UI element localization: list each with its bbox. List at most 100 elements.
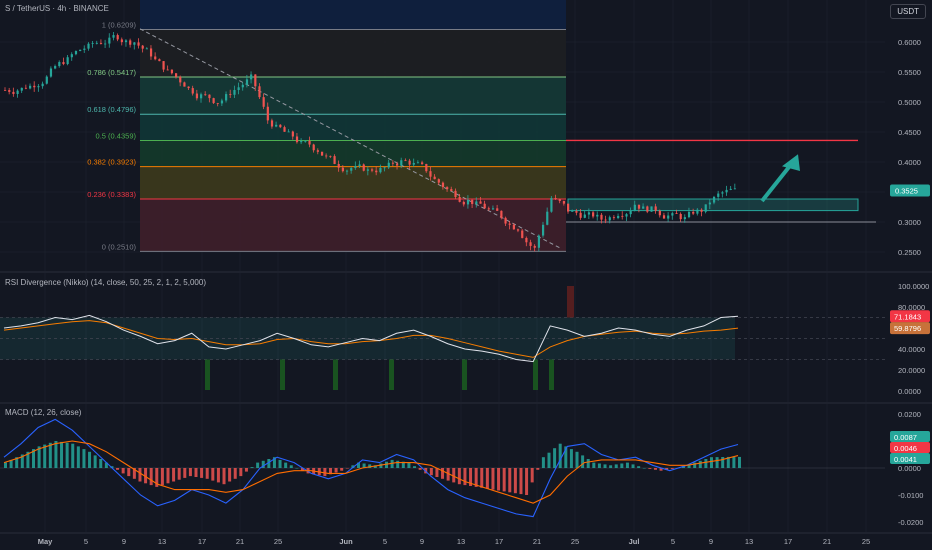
candle-body — [49, 68, 53, 77]
candle-body — [725, 189, 728, 193]
time-tick-label: May — [38, 537, 53, 546]
candle-body — [717, 193, 720, 197]
candle-body — [233, 90, 236, 95]
candle-body — [99, 42, 103, 44]
candle-body — [216, 103, 219, 104]
macd-histogram-bar — [586, 459, 590, 468]
candle-body — [554, 198, 557, 200]
candle-body — [375, 170, 378, 173]
macd-histogram-bar — [149, 468, 153, 486]
macd-histogram-bar — [177, 468, 181, 480]
macd-histogram-bar — [228, 468, 232, 482]
macd-histogram-bar — [127, 468, 131, 477]
candle-body — [441, 182, 445, 188]
macd-histogram-bar — [581, 455, 585, 468]
time-tick-label: 17 — [784, 537, 792, 546]
macd-histogram-bar — [575, 451, 579, 468]
rsi-overbought-spike — [567, 286, 574, 318]
macd-signal-line — [3, 440, 739, 504]
candle-body — [287, 131, 290, 133]
candle-body — [250, 74, 253, 80]
rsi-oversold-spike — [533, 359, 538, 390]
macd-histogram-bar — [99, 459, 103, 468]
macd-histogram-bar — [525, 468, 529, 495]
candle-body — [325, 155, 328, 157]
rsi-tick-label: 20.0000 — [898, 366, 925, 375]
time-tick-label: 13 — [158, 537, 166, 546]
macd-histogram-bar — [558, 443, 562, 468]
candle-body — [70, 54, 73, 58]
candle-body — [170, 69, 174, 74]
candle-body — [350, 168, 353, 171]
candle-body — [237, 87, 240, 91]
time-tick-label: 25 — [274, 537, 282, 546]
candle-body — [692, 211, 695, 214]
macd-histogram-bar — [121, 468, 125, 474]
macd-histogram-bar — [116, 468, 120, 470]
candle-body — [479, 201, 482, 204]
macd-histogram-bar — [278, 459, 282, 468]
candle-body — [316, 150, 319, 152]
candle-body — [241, 84, 244, 88]
macd-histogram-bar — [715, 457, 719, 468]
candle-body — [504, 217, 507, 224]
macd-histogram-bar — [457, 468, 461, 485]
candle-body — [658, 210, 661, 216]
candle-body — [83, 48, 86, 50]
macd-histogram-bar — [205, 468, 209, 479]
rsi-oversold-spike — [205, 359, 210, 390]
time-tick-label: 5 — [383, 537, 387, 546]
candle-body — [712, 196, 716, 203]
macd-histogram-bar — [704, 459, 708, 468]
rsi-signal-label: 59.8796 — [894, 324, 921, 333]
macd-histogram-bar — [54, 441, 58, 468]
candle-body — [550, 198, 553, 212]
macd-histogram-bar — [603, 464, 607, 468]
candle-body — [154, 56, 157, 60]
fib-band — [140, 199, 566, 252]
macd-histogram-bar — [222, 468, 226, 485]
candle-body — [262, 97, 265, 107]
rsi-title: RSI Divergence (Nikko) (14, close, 50, 2… — [5, 278, 206, 287]
currency-selector[interactable]: USDT — [890, 4, 926, 19]
fib-band — [140, 29, 566, 77]
macd-histogram-bar — [4, 462, 7, 468]
candle-body — [525, 237, 528, 243]
fib-level-label: 0.786 (0.5417) — [87, 68, 136, 77]
candle-body — [333, 156, 336, 164]
candle-body — [587, 212, 591, 215]
price-tick-label: 0.2500 — [898, 248, 921, 257]
macd-histogram-bar — [485, 468, 489, 489]
candle-body — [258, 86, 261, 98]
candle-body — [129, 40, 132, 45]
fib-level-label: 0.5 (0.4359) — [96, 131, 137, 140]
macd-histogram-bar — [323, 468, 327, 477]
macd-histogram-bar — [88, 451, 92, 468]
macd-value-label: 0.0041 — [894, 455, 917, 464]
candle-body — [733, 188, 737, 190]
time-tick-label: 17 — [495, 537, 503, 546]
candle-body — [229, 94, 232, 95]
candle-body — [54, 66, 57, 69]
macd-histogram-bar — [547, 452, 551, 468]
candle-body — [487, 208, 490, 210]
macd-tick-label: -0.0200 — [898, 518, 923, 527]
candle-body — [687, 211, 691, 218]
macd-title: MACD (12, 26, close) — [5, 408, 82, 417]
rsi-tick-label: 0.0000 — [898, 387, 921, 396]
rsi-tick-label: 100.0000 — [898, 282, 929, 291]
candle-body — [604, 219, 607, 221]
candle-body — [475, 201, 478, 204]
candle-body — [179, 76, 182, 83]
time-tick-label: 21 — [533, 537, 541, 546]
candle-body — [124, 40, 128, 43]
candle-body — [212, 98, 215, 104]
candle-body — [300, 141, 303, 143]
candle-body — [220, 100, 224, 104]
candle-body — [671, 213, 674, 216]
candle-body — [366, 169, 370, 171]
candle-body — [642, 206, 645, 209]
fib-level-label: 0.236 (0.3383) — [87, 190, 136, 199]
chart-canvas[interactable]: May 5 9 13 17 21 25 Jun 5 9 13 17 21 25 Jul 5 9 13 17 21 25 0… — [0, 0, 932, 550]
candle-body — [266, 106, 269, 121]
